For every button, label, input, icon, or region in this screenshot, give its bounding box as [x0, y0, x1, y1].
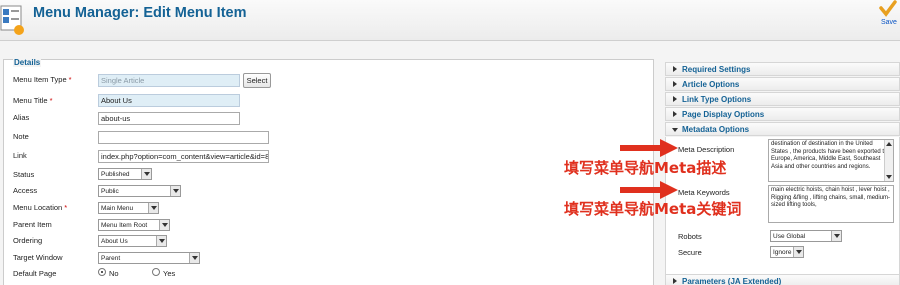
robots-select[interactable]: Use Global: [770, 230, 842, 242]
default-page-yes-label: Yes: [163, 269, 176, 278]
access-select[interactable]: Public: [98, 185, 181, 197]
panel-page-display-options[interactable]: Page Display Options: [665, 107, 900, 121]
checkmark-icon: [879, 0, 897, 17]
panel-required-settings[interactable]: Required Settings: [665, 62, 900, 76]
note-label: Note: [13, 132, 29, 141]
default-page-no-label: No: [109, 269, 119, 278]
chevron-right-icon: [673, 81, 677, 87]
menu-item-type-field: Single Article: [98, 74, 240, 87]
link-field[interactable]: index.php?option=com_content&view=articl…: [98, 150, 269, 163]
default-page-no-radio[interactable]: [98, 268, 106, 276]
alias-label: Alias: [13, 113, 30, 122]
chevron-down-icon: [156, 236, 166, 246]
panel-metadata-options[interactable]: Metadata Options: [665, 122, 900, 136]
chevron-down-icon: [148, 203, 158, 213]
secure-label: Secure: [678, 248, 702, 257]
annotation-arrow-icon: [620, 181, 678, 199]
default-page-yes-radio[interactable]: [152, 268, 160, 276]
menu-title-input[interactable]: About Us: [98, 94, 240, 107]
access-label: Access: [13, 186, 38, 195]
status-select[interactable]: Published: [98, 168, 152, 180]
select-menu-type-button[interactable]: Select: [243, 73, 271, 88]
chevron-right-icon: [673, 96, 677, 102]
chevron-down-icon: [159, 220, 169, 230]
ordering-select[interactable]: About Us: [98, 235, 167, 247]
menu-location-label: Menu Location *: [13, 203, 68, 212]
link-label: Link: [13, 151, 27, 160]
scrollbar[interactable]: [884, 140, 893, 181]
target-window-select[interactable]: Parent: [98, 252, 200, 264]
chevron-right-icon: [673, 278, 677, 284]
panel-parameters-ja-extended[interactable]: Parameters (JA Extended): [665, 274, 900, 285]
chevron-down-icon: [793, 247, 803, 257]
panel-link-type-options[interactable]: Link Type Options: [665, 92, 900, 106]
ordering-label: Ordering: [13, 236, 43, 245]
parent-item-select[interactable]: Menu Item Root: [98, 219, 170, 231]
chevron-down-icon: [189, 253, 199, 263]
chevron-down-icon: [170, 186, 180, 196]
page-title: Menu Manager: Edit Menu Item: [33, 5, 247, 21]
menu-location-select[interactable]: Main Menu: [98, 202, 159, 214]
annotation-meta-keywords: 填写菜单导航Meta关键词: [564, 200, 742, 218]
chevron-down-icon: [141, 169, 151, 179]
alias-input[interactable]: about-us: [98, 112, 240, 125]
annotation-meta-description: 填写菜单导航Meta描述: [564, 159, 727, 177]
meta-keywords-label: Meta Keywords: [678, 188, 730, 197]
meta-description-label: Meta Description: [678, 145, 735, 154]
meta-description-textarea[interactable]: destination of destination in the United…: [768, 139, 894, 182]
target-window-label: Target Window: [13, 253, 63, 262]
chevron-right-icon: [673, 111, 677, 117]
annotation-arrow-icon: [620, 139, 678, 157]
chevron-down-icon: [672, 128, 678, 132]
status-label: Status: [13, 170, 35, 179]
robots-label: Robots: [678, 232, 702, 241]
parent-item-label: Parent Item: [13, 220, 52, 229]
secure-select[interactable]: Ignore: [770, 246, 804, 258]
chevron-right-icon: [673, 66, 677, 72]
menu-manager-icon: [0, 5, 24, 35]
panel-article-options[interactable]: Article Options: [665, 77, 900, 91]
default-page-label: Default Page: [13, 269, 57, 278]
details-legend: Details: [13, 58, 42, 67]
menu-title-label: Menu Title *: [13, 96, 53, 105]
chevron-down-icon: [831, 231, 841, 241]
menu-item-type-label: Menu Item Type *: [13, 75, 72, 84]
meta-keywords-textarea[interactable]: main electric hoists, chain hoist , leve…: [768, 185, 894, 223]
note-input[interactable]: [98, 131, 269, 144]
